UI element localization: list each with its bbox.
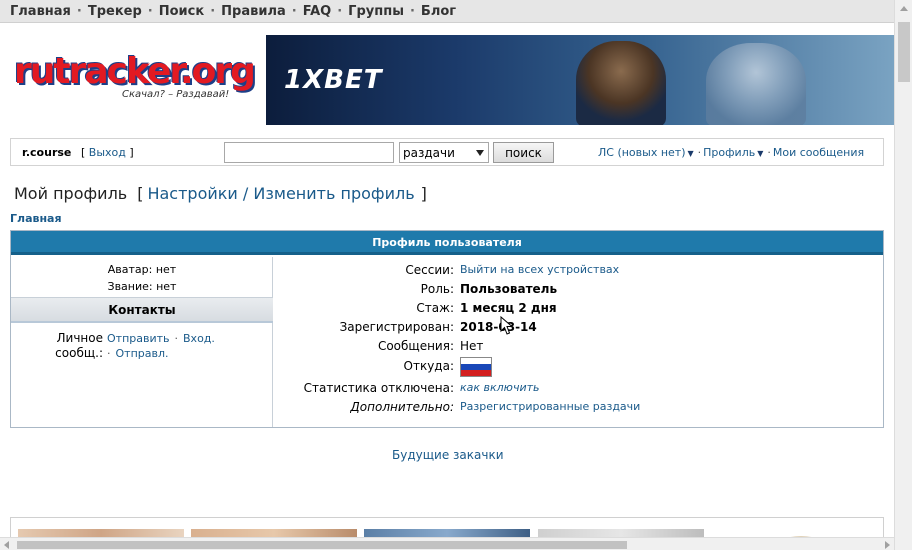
avatar-info: Аватар: нет [107, 263, 177, 276]
scroll-left-arrow-icon[interactable] [4, 541, 9, 549]
horizontal-scrollbar[interactable] [0, 537, 894, 550]
search-scope-value: раздачи [403, 146, 455, 160]
nav-separator: · [409, 4, 415, 19]
my-messages-link[interactable]: Мои сообщения [773, 146, 864, 159]
profile-row-additional: Дополнительно: Разрегистрированные разда… [274, 400, 883, 419]
scroll-up-arrow-icon[interactable] [900, 6, 908, 11]
logo-text: rutracker.org [14, 51, 256, 92]
rank-info: Звание: нет [107, 280, 177, 293]
profile-row-registered: Зарегистрирован: 2018-03-14 [274, 320, 883, 339]
settings-link[interactable]: Настройки / Изменить профиль [147, 184, 414, 203]
row-label: Роль: [420, 282, 454, 296]
profile-row-role: Роль: Пользователь [274, 282, 883, 301]
profile-row-sessions: Сессии: Выйти на всех устройствах [274, 263, 883, 282]
user-links: ЛС (новых нет) ▼ · Профиль ▼ · Мои сообщения [598, 146, 865, 159]
profile-link[interactable]: Профиль [703, 146, 755, 159]
dropdown-arrow-icon[interactable]: ▼ [688, 149, 694, 158]
profile-row-location: Откуда: [274, 357, 883, 381]
logo-slogan: Скачал? – Раздавай! [122, 89, 230, 100]
user-search-bar: r.course [ Выход ] раздачи поиск ЛС (нов… [10, 138, 884, 166]
private-message-label: Личное сообщ.: [55, 331, 103, 360]
pm-sent-link[interactable]: Отправл. [116, 347, 169, 360]
row-label: Сообщения: [377, 339, 454, 353]
banner-player-image [576, 41, 666, 125]
search-button[interactable]: поиск [493, 142, 554, 163]
vertical-scroll-thumb[interactable] [898, 22, 910, 82]
top-nav-row: Главная · Трекер · Поиск · Правила · FAQ · Группы ·… [10, 4, 456, 19]
search-input[interactable] [224, 142, 394, 163]
logout-wrapper: [ Выход ] [81, 146, 134, 159]
nav-groups[interactable]: Группы [348, 4, 404, 19]
row-label: Дополнительно: [350, 400, 454, 414]
row-value [460, 357, 492, 377]
page-title: Мой профиль [14, 184, 128, 203]
breadcrumb[interactable]: Главная [10, 212, 62, 225]
row-label: Сессии: [405, 263, 454, 277]
nav-separator: · [210, 4, 216, 19]
top-nav: Главная · Трекер · Поиск · Правила · FAQ · Группы ·… [0, 0, 894, 23]
profile-row-experience: Стаж: 1 месяц 2 дня [274, 301, 883, 320]
dropdown-arrow-icon[interactable]: ▼ [757, 149, 763, 158]
search-scope-select[interactable]: раздачи [399, 142, 489, 163]
row-label: Зарегистрирован: [339, 320, 454, 334]
profile-left-column: Аватар: нет Звание: нет Контакты Личное … [11, 257, 273, 427]
unregistered-torrents-link[interactable]: Разрегистрированные раздачи [460, 400, 640, 413]
banner-brand-text: 1XBET [284, 65, 383, 95]
nav-separator: · [147, 4, 153, 19]
profile-row-stats: Статистика отключена: как включить [274, 381, 883, 400]
horizontal-scroll-thumb[interactable] [17, 541, 627, 549]
pm-inbox-link[interactable]: Вход. [183, 332, 215, 345]
row-value: 1 месяц 2 дня [460, 301, 557, 315]
nav-tracker[interactable]: Трекер [88, 4, 142, 19]
scroll-right-arrow-icon[interactable] [885, 541, 890, 549]
logout-all-devices-link[interactable]: Выйти на всех устройствах [460, 263, 619, 276]
profile-table: Профиль пользователя Аватар: нет Звание:… [10, 230, 884, 428]
profile-header: Профиль пользователя [11, 231, 883, 255]
nav-faq[interactable]: FAQ [303, 4, 332, 19]
private-message-links: Отправить · Вход. · Отправл. [107, 332, 215, 360]
private-messages-link[interactable]: ЛС (новых нет) [598, 146, 686, 159]
nav-home[interactable]: Главная [10, 4, 71, 19]
future-downloads-link[interactable]: Будущие закачки [392, 448, 504, 462]
logout-bracket-close: ] [129, 146, 134, 159]
nav-separator: · [76, 4, 82, 19]
logout-link[interactable]: Выход [89, 146, 126, 159]
nav-blog[interactable]: Блог [421, 4, 456, 19]
row-label: Статистика отключена: [303, 381, 454, 395]
row-value: Пользователь [460, 282, 558, 296]
mouse-pointer-icon [500, 316, 514, 335]
chevron-down-icon [476, 150, 484, 156]
row-label: Откуда: [403, 359, 454, 373]
logout-bracket-open: [ [81, 146, 86, 159]
nav-rules[interactable]: Правила [221, 4, 286, 19]
contacts-header: Контакты [11, 297, 273, 323]
pm-send-link[interactable]: Отправить [107, 332, 170, 345]
username[interactable]: r.course [22, 146, 71, 159]
how-to-enable-link[interactable]: как включить [460, 381, 539, 394]
site-logo[interactable]: rutracker.org Скачал? – Раздавай! [14, 51, 256, 104]
banner-player-image [706, 43, 806, 125]
profile-row-messages: Сообщения: Нет [274, 339, 883, 358]
vertical-scrollbar[interactable] [894, 0, 912, 550]
russia-flag-icon [460, 357, 492, 377]
row-value: 2018-03-14 [460, 320, 537, 334]
nav-separator: · [337, 4, 343, 19]
advertisement-banner[interactable]: 1XBET [266, 35, 894, 125]
row-value: Нет [460, 339, 484, 353]
row-label: Стаж: [416, 301, 454, 315]
nav-separator: · [291, 4, 297, 19]
page-title-row: Мой профиль[Настройки / Изменить профиль… [14, 184, 427, 203]
nav-search[interactable]: Поиск [159, 4, 204, 19]
